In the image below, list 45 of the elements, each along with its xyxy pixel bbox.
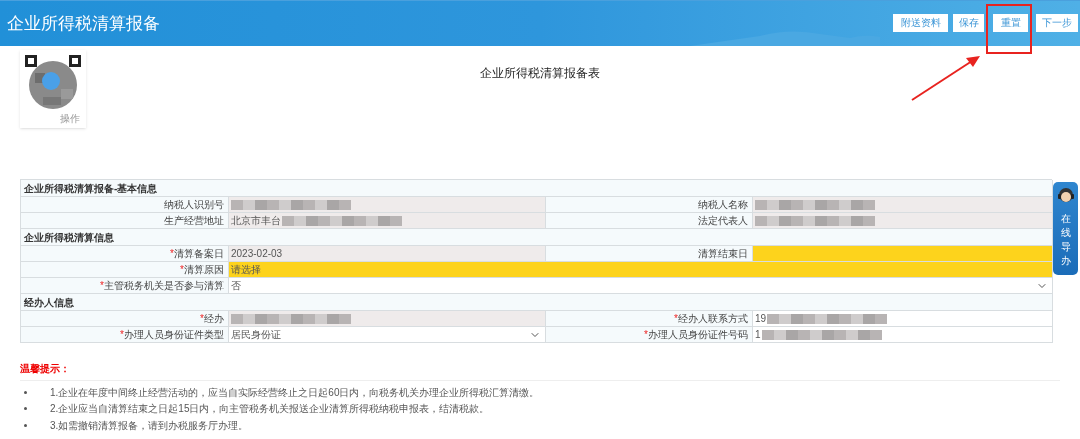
bullet-icon xyxy=(24,390,27,394)
input-field[interactable] xyxy=(753,246,1053,262)
guide-button[interactable]: 在线导办 xyxy=(1053,182,1078,275)
page-title: 企业所得税清算报备 xyxy=(7,12,160,35)
toolbar-button[interactable]: 保存 xyxy=(953,13,984,32)
input-field[interactable]: 请选择 xyxy=(229,262,1053,278)
field-label: *经办 xyxy=(21,311,229,327)
field-label: *清算原因 xyxy=(21,262,229,278)
field-label: 清算结束日 xyxy=(546,246,753,262)
field-label: *主管税务机关是否参与清算 xyxy=(21,278,229,294)
tip-text: 1.企业在年度中间终止经营活动的，应当自实际经营终止之日起60日内，向税务机关办理企业所得税汇算清缴。 xyxy=(50,385,540,400)
select-field[interactable]: 否 xyxy=(229,278,1053,294)
toolbar-button[interactable]: 下一步 xyxy=(1036,13,1078,32)
tips-title: 温馨提示： xyxy=(20,361,1060,381)
field-label: 纳税人识别号 xyxy=(21,197,229,213)
select-field[interactable]: 居民身份证 xyxy=(229,327,546,343)
input-field[interactable]: 1 xyxy=(753,327,1053,343)
input-field[interactable]: 2023-02-03 xyxy=(229,246,546,262)
input-field[interactable] xyxy=(229,311,546,327)
guide-label: 在线导办 xyxy=(1060,212,1071,268)
field-label: *办理人员身份证件号码 xyxy=(546,327,753,343)
bullet-icon xyxy=(24,407,27,411)
section-header: 企业所得税清算报备-基本信息 xyxy=(21,180,1053,197)
form-title: 企业所得税清算报备表 xyxy=(479,65,601,82)
section-header: 经办人信息 xyxy=(21,294,1053,311)
field-label: 法定代表人 xyxy=(546,213,753,229)
highlight-box xyxy=(986,4,1032,54)
field-label: *办理人员身份证件类型 xyxy=(21,327,229,343)
bullet-icon xyxy=(24,423,27,427)
section-header: 企业所得税清算信息 xyxy=(21,229,1053,246)
agent-icon xyxy=(1055,185,1076,205)
field-label: *经办人联系方式 xyxy=(546,311,753,327)
input-field[interactable]: 19 xyxy=(753,311,1053,327)
input-field[interactable]: 北京市丰台 xyxy=(229,213,546,229)
toolbar-button[interactable]: 重置 xyxy=(993,13,1028,32)
field-label: *清算备案日 xyxy=(21,246,229,262)
tip-text: 3.如需撤销清算报备，请到办税服务厅办理。 xyxy=(50,418,249,433)
input-field[interactable] xyxy=(753,197,1053,213)
field-label: 生产经营地址 xyxy=(21,213,229,229)
arrow xyxy=(910,54,982,102)
field-label: 纳税人名称 xyxy=(546,197,753,213)
input-field[interactable] xyxy=(753,213,1053,229)
input-field[interactable] xyxy=(229,197,546,213)
qr-caption: 操作 xyxy=(60,113,80,125)
tip-text: 2.企业应当自清算结束之日起15日内，向主管税务机关报送企业清算所得税纳税申报表，结清税款。 xyxy=(50,402,490,417)
